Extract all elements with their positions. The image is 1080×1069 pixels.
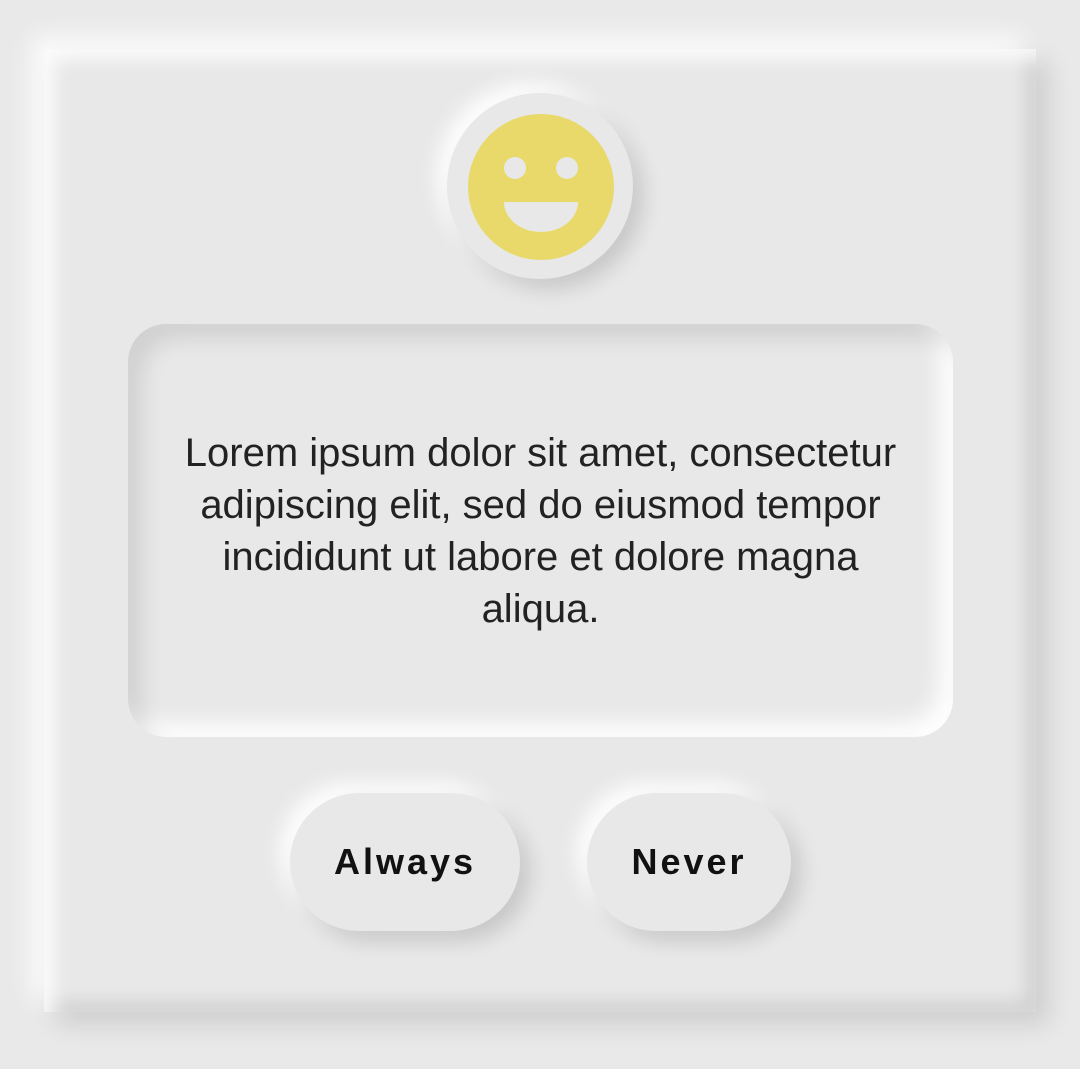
message-panel: Lorem ipsum dolor sit amet, consectetur … (128, 324, 953, 737)
avatar (447, 93, 633, 279)
always-button[interactable]: Always (290, 793, 520, 931)
smiley-face-icon (468, 114, 614, 260)
never-button[interactable]: Never (587, 793, 791, 931)
message-text: Lorem ipsum dolor sit amet, consectetur … (184, 430, 897, 631)
dialog-card: Lorem ipsum dolor sit amet, consectetur … (44, 49, 1036, 1012)
